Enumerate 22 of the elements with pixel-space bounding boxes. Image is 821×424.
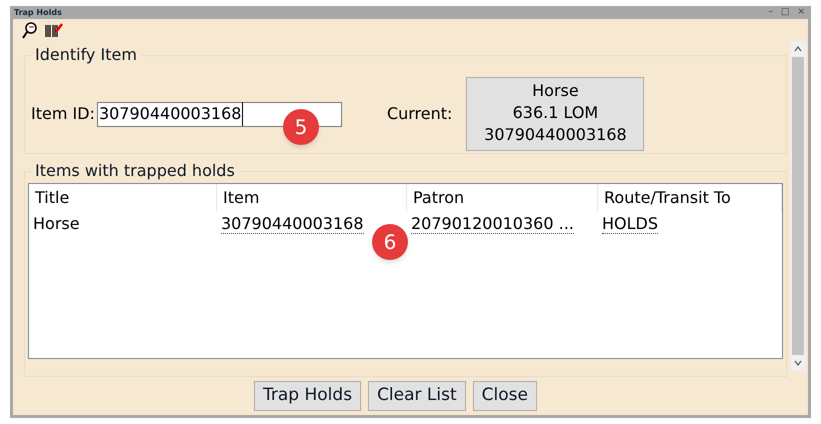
search-icon[interactable] xyxy=(22,22,38,40)
current-item-box: Horse 636.1 LOM 30790440003168 xyxy=(466,77,644,151)
dialog-button[interactable]: Trap Holds xyxy=(254,381,362,411)
dialog-button[interactable]: Close xyxy=(472,381,537,411)
field-label: Current: xyxy=(386,103,452,125)
group-legend: Items with trapped holds xyxy=(31,159,239,183)
group-legend: Identify Item xyxy=(31,43,141,67)
window-title: Trap Holds xyxy=(14,6,62,18)
table-cell: HOLDS xyxy=(602,214,658,234)
window-control[interactable]: – xyxy=(768,8,773,17)
scrollbar[interactable] xyxy=(790,41,806,371)
window-control[interactable]: □ xyxy=(780,8,790,17)
window-control[interactable]: × xyxy=(797,8,805,17)
field-label: Item ID: xyxy=(31,103,95,125)
barcode-icon[interactable] xyxy=(45,22,63,38)
scroll-thumb[interactable] xyxy=(792,57,804,355)
scroll-up-icon[interactable] xyxy=(794,45,802,53)
table-cell: 20790120010360 ... xyxy=(411,214,574,234)
dialog-button[interactable]: Clear List xyxy=(368,381,466,411)
table-cell: 30790440003168 xyxy=(221,214,364,234)
scroll-down-icon[interactable] xyxy=(794,359,802,367)
table-cell: Horse xyxy=(33,214,80,233)
